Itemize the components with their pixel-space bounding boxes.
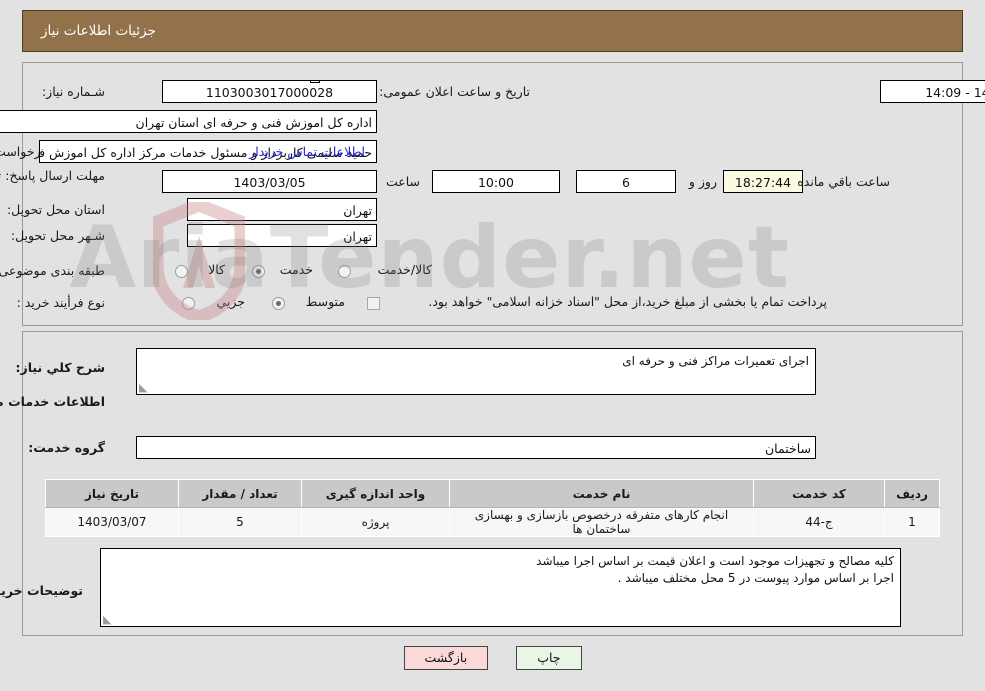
announce-datetime-field[interactable]: 1403/02/29 - 14:09: [880, 80, 985, 103]
cell-row: 1: [884, 507, 940, 537]
delivery-city-label: شـهر محل تحویل:: [10, 228, 105, 243]
radio-category-kala-khedmat[interactable]: [338, 265, 351, 278]
th-quantity: تعداد / مقدار: [178, 479, 302, 508]
deadline-label: مهلت ارسال پاسخ: تا تاریخ:: [0, 168, 105, 183]
buyer-notes-line-2: اجرا بر اساس موارد پیوست در 5 محل مختلف …: [617, 571, 894, 585]
remaining-days-field[interactable]: 6: [576, 170, 676, 193]
radio-category-kala[interactable]: [175, 265, 188, 278]
page-header: جزئیات اطلاعات نیاز: [22, 10, 963, 52]
cell-unit: پروژه: [301, 507, 450, 537]
treasury-documents-checkbox[interactable]: [367, 297, 380, 310]
th-unit: واحد اندازه گیری: [301, 479, 450, 508]
service-group-field[interactable]: ساختمان: [136, 436, 816, 459]
resize-grip-icon[interactable]: ◢: [139, 381, 149, 394]
radio-label-khedmat: خدمت: [279, 262, 313, 277]
page-root: جزئیات اطلاعات نیاز شـماره نیاز: 1103003…: [0, 0, 985, 691]
table-row: 1 ج-44 انجام کارهای متفرقه درخصوص بازساز…: [45, 507, 940, 537]
delivery-province-field[interactable]: تهران: [187, 198, 377, 221]
th-name: نام خدمت: [449, 479, 754, 508]
resize-grip-icon[interactable]: ◢: [103, 613, 113, 626]
delivery-city-field[interactable]: تهران: [187, 224, 377, 247]
cell-date: 1403/03/07: [45, 507, 179, 537]
remaining-hours-label: ساعت باقي مانده: [797, 174, 890, 189]
services-table: ردیف کد خدمت نام خدمت واحد اندازه گیری ت…: [45, 479, 940, 537]
radio-label-kala: کالا: [208, 262, 225, 277]
cell-quantity: 5: [178, 507, 302, 537]
deadline-date-field[interactable]: 1403/03/05: [162, 170, 377, 193]
general-description-value: اجرای تعمیرات مراکز فنی و حرفه ای: [622, 354, 809, 368]
buyer-notes-line-1: کلیه مصالح و تجهیزات موجود است و اعلان ق…: [536, 554, 894, 568]
radio-label-motevaset: متوسط: [305, 294, 345, 309]
radio-category-khedmat[interactable]: [252, 265, 265, 278]
action-buttons: چاپ بازگشت: [0, 646, 985, 670]
buyer-contact-link[interactable]: اطلاعات تماس خریدار: [249, 144, 365, 159]
countdown-timer-field: 18:27:44: [723, 170, 803, 193]
category-label: طبقه بندی موضوعی:: [0, 263, 105, 278]
general-description-textarea[interactable]: اجرای تعمیرات مراکز فنی و حرفه ای ◢: [136, 348, 816, 395]
process-label: نوع فرأیند خرید :: [16, 295, 105, 310]
announce-spacer: [310, 80, 320, 83]
days-label: روز و: [688, 174, 717, 189]
print-button[interactable]: چاپ: [516, 646, 582, 670]
deadline-hour-label: ساعت: [385, 174, 420, 189]
th-date: تاریخ نیاز: [45, 479, 179, 508]
need-number-label: شـماره نیاز:: [41, 84, 105, 99]
buyer-notes-textarea[interactable]: کلیه مصالح و تجهیزات موجود است و اعلان ق…: [100, 548, 901, 627]
treasury-documents-label: پرداخت تمام یا بخشی از مبلغ خرید،از محل …: [428, 294, 827, 309]
table-header-row: ردیف کد خدمت نام خدمت واحد اندازه گیری ت…: [45, 479, 940, 508]
buyer-notes-label: توضیحات خریدار:: [0, 583, 83, 598]
radio-label-jozii: جزیي: [216, 294, 245, 309]
services-section-heading: اطلاعات خدمات مورد نیاز: [0, 394, 105, 409]
service-group-label: گروه خدمت:: [28, 440, 105, 455]
radio-label-kala-khedmat: کالا/خدمت: [377, 262, 432, 277]
radio-process-motevaset[interactable]: [272, 297, 285, 310]
need-number-field[interactable]: 1103003017000028: [162, 80, 377, 103]
buyer-org-field[interactable]: اداره کل اموزش فنی و حرفه ای استان تهران: [0, 110, 377, 133]
back-button[interactable]: بازگشت: [403, 646, 489, 670]
deadline-hour-field[interactable]: 10:00: [432, 170, 560, 193]
cell-name: انجام کارهای متفرقه درخصوص بازسازی و بهس…: [449, 507, 754, 537]
radio-process-jozii[interactable]: [182, 297, 195, 310]
cell-code: ج-44: [753, 507, 885, 537]
th-code: کد خدمت: [753, 479, 885, 508]
th-row: ردیف: [884, 479, 940, 508]
delivery-province-label: استان محل تحویل:: [6, 202, 105, 217]
announce-datetime-label: تاریخ و ساعت اعلان عمومی:: [379, 84, 530, 99]
general-description-label: شرح کلي نیاز:: [15, 360, 105, 375]
page-title: جزئیات اطلاعات نیاز: [41, 23, 156, 39]
